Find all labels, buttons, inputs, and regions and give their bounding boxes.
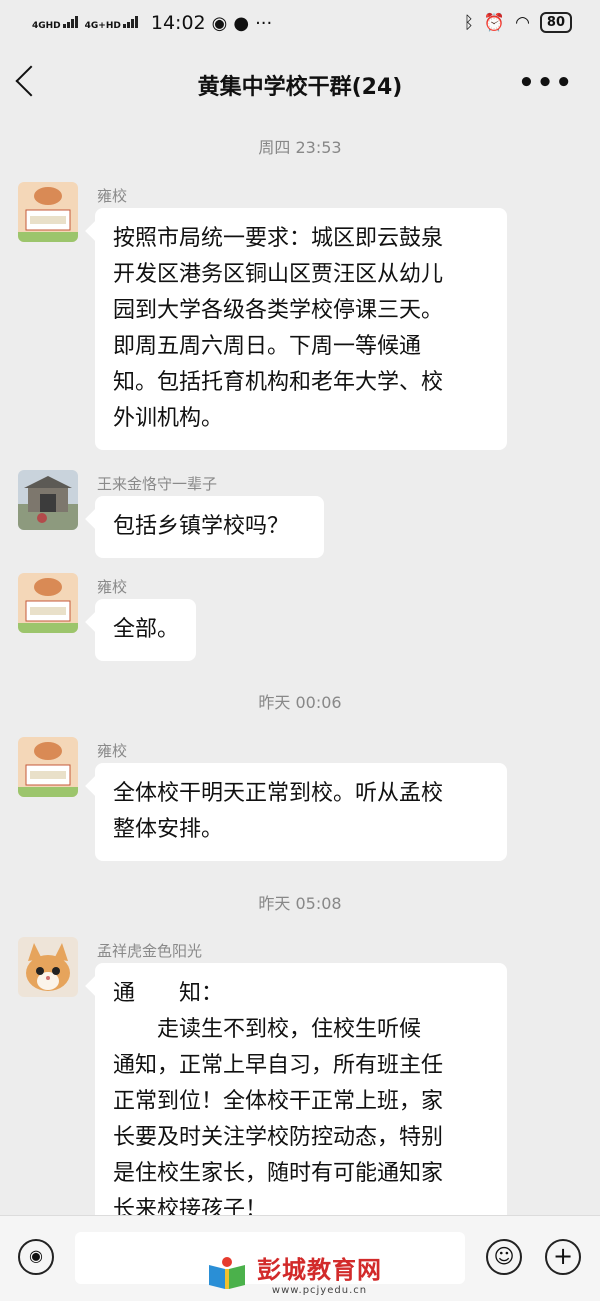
message-line: 通知，正常上早自习，所有班主任 — [113, 1053, 444, 1078]
network-1: 4GHD — [32, 15, 79, 31]
message-bubble[interactable]: 全体校干明天正常到校。听从孟校 整体安排。 — [95, 763, 507, 861]
timestamp: 昨天 05:08 — [258, 894, 342, 913]
message-line: 全体校干明天正常到校。听从孟校 — [113, 781, 444, 806]
message-line: 开发区港务区铜山区贾汪区从幼儿 — [113, 262, 444, 287]
avatar[interactable] — [18, 573, 78, 633]
sender-name: 王来金恪守一辈子 — [97, 475, 218, 493]
message-line: 走读生不到校，住校生听候 — [113, 1017, 422, 1042]
message-line: 园到大学各级各类学校停课三天。 — [113, 298, 444, 323]
timestamp: 周四 23:53 — [258, 138, 342, 157]
message-line: 即周五周六周日。下周一等候通 — [113, 334, 422, 359]
message-line: 是住校生家长，随时有可能通知家 — [113, 1161, 444, 1186]
chat-icon: ● — [233, 12, 250, 34]
message-bubble[interactable]: 全部。 — [95, 599, 196, 661]
wifi-icon: ◠ — [515, 12, 530, 33]
network-2: 4G+HD — [85, 15, 139, 31]
book-logo-icon — [209, 1257, 245, 1289]
more-dots-icon: ··· — [255, 12, 273, 34]
message-line: 长要及时关注学校防控动态，特别 — [113, 1125, 444, 1150]
sender-name: 雍校 — [97, 187, 128, 205]
message-line: 按照市局统一要求：城区即云鼓泉 — [113, 226, 444, 251]
status-time: 14:02 — [150, 12, 206, 34]
chat-title: 黄集中学校干群(24) — [197, 75, 403, 100]
message-bubble[interactable]: 包括乡镇学校吗？ — [95, 496, 324, 558]
avatar[interactable] — [18, 937, 78, 997]
avatar[interactable] — [18, 182, 78, 242]
more-options-button[interactable]: ••• — [518, 68, 574, 98]
message-line: 知。包括托育机构和老年大学、校 — [113, 370, 444, 395]
watermark-logo: 彭城教育网 www.pcjyedu.cn — [205, 1250, 382, 1296]
sender-name: 雍校 — [97, 742, 128, 760]
message-line: 外训机构。 — [113, 406, 224, 431]
battery-icon: 80 — [539, 12, 572, 33]
message-line: 通 知： — [113, 981, 224, 1006]
alarm-icon: ⏰ — [483, 12, 506, 33]
sender-name: 雍校 — [97, 578, 128, 596]
emoji-icon[interactable]: ☺ — [486, 1239, 522, 1275]
status-bar: 4GHD 4G+HD 14:02 ◉ ● ··· ᛒ ⏰ ◠ 80 — [0, 0, 600, 48]
watermark-url: www.pcjyedu.cn — [271, 1285, 368, 1296]
message-bubble[interactable]: 按照市局统一要求：城区即云鼓泉 开发区港务区铜山区贾汪区从幼儿 园到大学各级各类… — [95, 208, 507, 450]
message-bubble[interactable]: 通 知： 走读生不到校，住校生听候 通知，正常上早自习，所有班主任 正常到位！全… — [95, 963, 507, 1215]
message-list[interactable]: 周四 23:53 雍校 按照市局统一要求：城区即云鼓泉 开发区港务区铜山区贾汪区… — [0, 122, 600, 1215]
location-icon: ◉ — [211, 12, 228, 34]
voice-icon[interactable]: ◉ — [18, 1239, 54, 1275]
chat-header: 黄集中学校干群(24) ••• — [0, 48, 600, 122]
message-line: 全部。 — [113, 617, 180, 642]
timestamp: 昨天 00:06 — [258, 693, 342, 712]
sender-name: 孟祥虎金色阳光 — [97, 942, 203, 960]
plus-button[interactable]: + — [545, 1239, 581, 1275]
message-line: 整体安排。 — [113, 817, 224, 842]
message-line: 长来校接孩子！ — [113, 1197, 268, 1215]
avatar[interactable] — [18, 470, 78, 530]
message-line: 包括乡镇学校吗？ — [113, 514, 290, 539]
avatar[interactable] — [18, 737, 78, 797]
message-line: 正常到位！全体校干正常上班，家 — [113, 1089, 444, 1114]
watermark-text: 彭城教育网 — [257, 1256, 382, 1284]
bluetooth-icon: ᛒ — [463, 12, 474, 33]
